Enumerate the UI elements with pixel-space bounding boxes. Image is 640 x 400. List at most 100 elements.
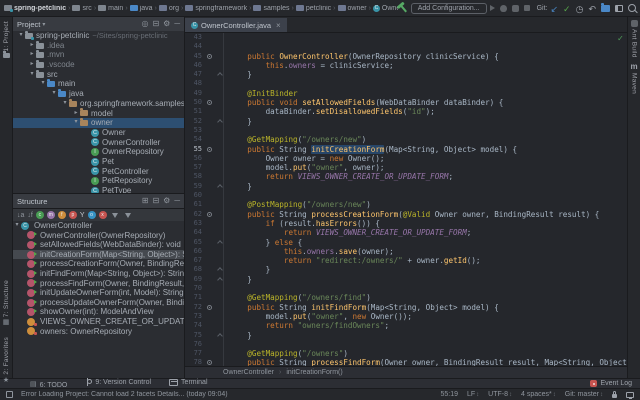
line-number[interactable]: 63: [185, 219, 205, 228]
gutter-marker-icon[interactable]: [205, 98, 216, 107]
line-number[interactable]: 43: [185, 33, 205, 42]
code-line[interactable]: 66 this.owners.save(owner);: [185, 247, 627, 256]
coverage-icon[interactable]: [512, 5, 519, 12]
code-line[interactable]: 59 }: [185, 182, 627, 191]
line-number[interactable]: 78: [185, 358, 205, 366]
project-tree-item[interactable]: CPetType: [13, 186, 184, 193]
line-number[interactable]: 52: [185, 117, 205, 126]
structure-filter-icon[interactable]: m: [47, 211, 55, 219]
editor-breadcrumb-item[interactable]: initCreationForm(): [286, 369, 342, 376]
line-number[interactable]: 70: [185, 284, 205, 293]
code-line[interactable]: 49 @InitBinder: [185, 89, 627, 98]
code-line[interactable]: 48: [185, 79, 627, 88]
code-line[interactable]: 53: [185, 126, 627, 135]
code-line[interactable]: 55 public String initCreationForm(Map<St…: [185, 145, 627, 154]
breadcrumb-item[interactable]: java: [130, 5, 153, 12]
line-number[interactable]: 53: [185, 126, 205, 135]
build-hammer-icon[interactable]: [396, 1, 410, 15]
structure-filter-icon[interactable]: x: [99, 211, 107, 219]
line-number[interactable]: 54: [185, 135, 205, 144]
structure-filter-icon[interactable]: f: [58, 211, 66, 219]
line-number[interactable]: 74: [185, 321, 205, 330]
project-tree-item[interactable]: COwnerController: [13, 138, 184, 148]
cursor-position[interactable]: 55:19: [440, 391, 458, 398]
structure-item[interactable]: processCreationForm(Owner, BindingResult…: [13, 259, 184, 269]
fold-marker-icon[interactable]: [216, 275, 223, 284]
code-line[interactable]: 54 @GetMapping("/owners/new"): [185, 135, 627, 144]
tree-toggle-icon[interactable]: ▸: [28, 41, 36, 51]
project-tree-item[interactable]: ▸model: [13, 109, 184, 119]
hide-icon[interactable]: ─: [174, 18, 180, 30]
code-line[interactable]: 71 @GetMapping("/owners/find"): [185, 293, 627, 302]
toolwindow-button-version-control[interactable]: 9: Version Control: [85, 378, 151, 386]
code-line[interactable]: 51 dataBinder.setDisallowedFields("id");: [185, 107, 627, 116]
line-number[interactable]: 73: [185, 312, 205, 321]
collapse-all-icon[interactable]: ⊟: [152, 18, 159, 30]
fold-marker-icon[interactable]: [216, 238, 223, 247]
breadcrumb-item[interactable]: main: [98, 5, 123, 12]
lock-icon[interactable]: [612, 394, 617, 398]
search-icon[interactable]: [628, 4, 636, 12]
code-line[interactable]: 68 }: [185, 265, 627, 274]
line-number[interactable]: 60: [185, 191, 205, 200]
indent-style[interactable]: 4 spaces*↕: [521, 391, 556, 398]
project-tree-item[interactable]: COwner: [13, 128, 184, 138]
toolwindow-button-project[interactable]: 1: Project: [0, 21, 12, 58]
structure-item[interactable]: processFindForm(Owner, BindingResult, Ma…: [13, 279, 184, 289]
tree-toggle-icon[interactable]: ▾: [72, 118, 80, 128]
tree-toggle-icon[interactable]: ▾: [50, 89, 58, 99]
line-number[interactable]: 47: [185, 70, 205, 79]
code-line[interactable]: 61 @PostMapping("/owners/new"): [185, 200, 627, 209]
structure-item[interactable]: OwnerController(OwnerRepository): [13, 231, 184, 241]
layout-icon[interactable]: [615, 5, 623, 12]
sort-icon[interactable]: ↓f: [27, 212, 32, 219]
code-line[interactable]: 52 }: [185, 117, 627, 126]
project-tree-item[interactable]: CPet: [13, 157, 184, 167]
code-editor[interactable]: ✓ 434445 public OwnerController(OwnerRep…: [185, 33, 627, 366]
structure-item[interactable]: initFindForm(Map<String, Object>): Strin…: [13, 269, 184, 279]
git-commit-icon[interactable]: [563, 0, 571, 17]
gutter-marker-icon[interactable]: [205, 145, 216, 154]
breadcrumb-item[interactable]: spring-petclinic: [4, 5, 66, 12]
line-number[interactable]: 76: [185, 340, 205, 349]
breadcrumb-item[interactable]: org: [159, 5, 179, 12]
code-line[interactable]: 65 } else {: [185, 238, 627, 247]
code-line[interactable]: 78 public String processFindForm(Owner o…: [185, 358, 627, 366]
code-line[interactable]: 72 public String initFindForm(Map<String…: [185, 303, 627, 312]
fold-marker-icon[interactable]: [216, 331, 223, 340]
breadcrumb-item[interactable]: owner: [338, 5, 367, 12]
structure-filter-icon[interactable]: c: [36, 211, 44, 219]
rollback-icon[interactable]: [588, 0, 596, 17]
run-icon[interactable]: [490, 5, 495, 11]
line-number[interactable]: 48: [185, 79, 205, 88]
debug-icon[interactable]: [500, 5, 507, 12]
filter-funnel-icon[interactable]: [112, 213, 118, 218]
collapse-all-icon[interactable]: ⊟: [152, 195, 159, 207]
structure-item[interactable]: setAllowedFields(WebDataBinder): void: [13, 240, 184, 250]
code-line[interactable]: 67 return "redirect:/owners/" + owner.ge…: [185, 256, 627, 265]
fold-marker-icon[interactable]: [216, 265, 223, 274]
code-line[interactable]: 58 return VIEWS_OWNER_CREATE_OR_UPDATE_F…: [185, 172, 627, 181]
settings-icon[interactable]: ⚙: [163, 18, 170, 30]
code-line[interactable]: 77 @GetMapping("/owners"): [185, 349, 627, 358]
event-log-button[interactable]: Event Log: [590, 380, 632, 387]
toolwindow-switcher-icon[interactable]: [6, 391, 13, 398]
toolwindow-button-ant-build[interactable]: Ant Build: [628, 20, 640, 58]
project-tree-item[interactable]: ▸.mvn: [13, 50, 184, 60]
structure-item[interactable]: owners: OwnerRepository: [13, 327, 184, 337]
fold-marker-icon[interactable]: [216, 70, 223, 79]
history-icon[interactable]: [576, 0, 584, 17]
screen-reader-icon[interactable]: [626, 392, 634, 398]
fold-marker-icon[interactable]: [216, 117, 223, 126]
tree-toggle-icon[interactable]: ▾: [17, 31, 25, 41]
gutter-marker-icon[interactable]: [205, 303, 216, 312]
breadcrumb-item[interactable]: springframework: [185, 5, 247, 12]
line-number[interactable]: 72: [185, 303, 205, 312]
project-tree-item[interactable]: ▾main: [13, 79, 184, 89]
code-line[interactable]: 64 return VIEWS_OWNER_CREATE_OR_UPDATE_F…: [185, 228, 627, 237]
structure-filter-icon[interactable]: o: [88, 211, 96, 219]
tree-toggle-icon[interactable]: ▸: [28, 60, 36, 70]
code-line[interactable]: 76: [185, 340, 627, 349]
code-line[interactable]: 46 this.owners = clinicService;: [185, 61, 627, 70]
line-number[interactable]: 77: [185, 349, 205, 358]
